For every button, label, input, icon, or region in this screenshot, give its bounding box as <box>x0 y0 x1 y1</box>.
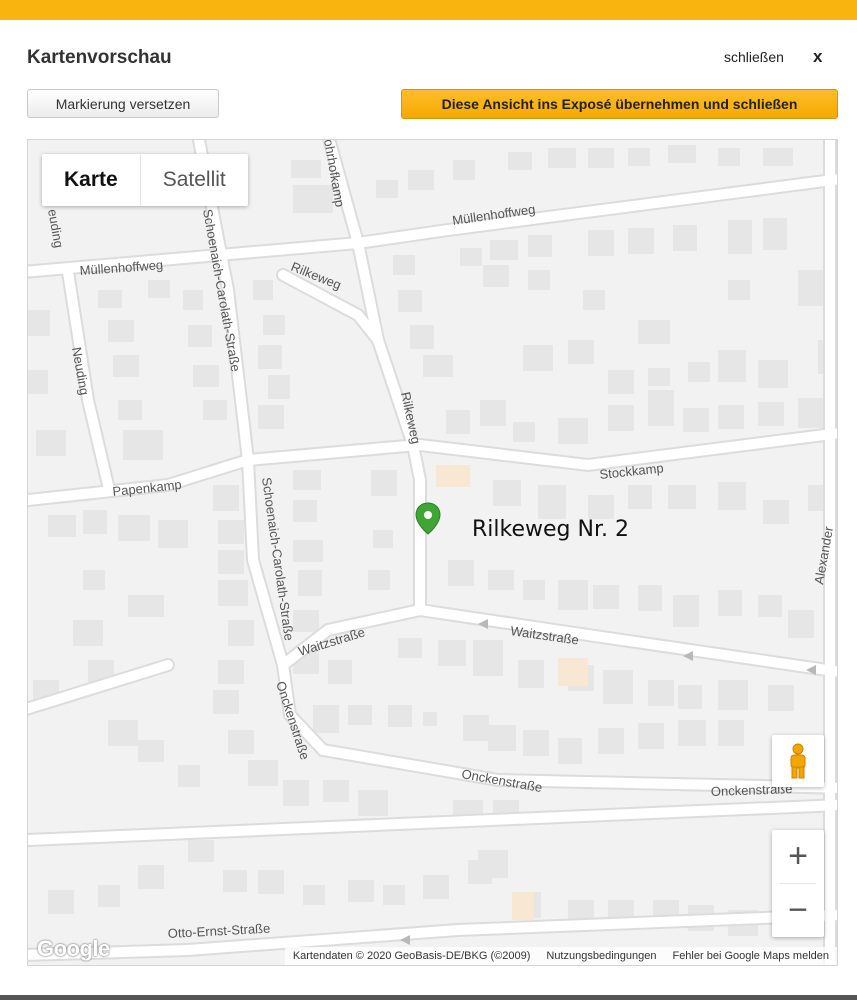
map-view[interactable]: ohrhofkamp Müllenhoffweg Müllenhoffweg e… <box>27 139 838 966</box>
move-marker-button[interactable]: Markierung versetzen <box>27 89 219 118</box>
map-attribution: Kartendaten © 2020 GeoBasis-DE/BKG (©200… <box>284 947 837 965</box>
top-accent-bar <box>0 0 857 20</box>
map-type-satellite-button[interactable]: Satellit <box>139 154 248 206</box>
google-logo: Google <box>37 936 110 961</box>
zoom-in-button[interactable]: + <box>772 830 824 883</box>
map-type-control: Karte Satellit <box>42 154 248 206</box>
zoom-out-button[interactable]: − <box>772 884 824 937</box>
marker-label: Rilkeweg Nr. 2 <box>472 517 629 542</box>
pegman-icon <box>790 743 806 779</box>
map-type-karte-button[interactable]: Karte <box>42 154 140 206</box>
close-icon[interactable]: x <box>813 47 822 67</box>
terms-link[interactable]: Nutzungsbedingungen <box>546 950 656 962</box>
street-view-button[interactable] <box>772 735 824 787</box>
report-error-link[interactable]: Fehler bei Google Maps melden <box>672 950 829 962</box>
zoom-control: + − <box>772 830 824 937</box>
close-link[interactable]: schließen <box>724 49 784 65</box>
map-canvas: ohrhofkamp Müllenhoffweg Müllenhoffweg e… <box>28 140 837 965</box>
dialog-title: Kartenvorschau <box>27 47 172 68</box>
attribution-data: Kartendaten © 2020 GeoBasis-DE/BKG (©200… <box>292 950 531 962</box>
bottom-bar <box>0 995 857 1000</box>
apply-view-button[interactable]: Diese Ansicht ins Exposé übernehmen und … <box>401 89 838 119</box>
